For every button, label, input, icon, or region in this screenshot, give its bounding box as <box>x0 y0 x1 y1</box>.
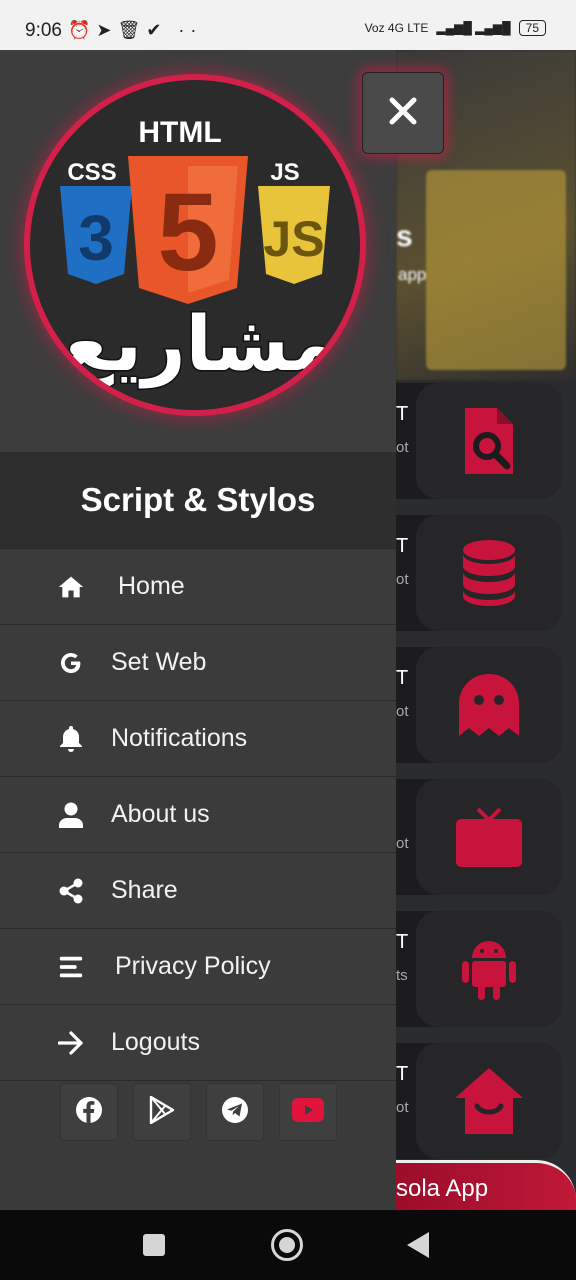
menu-item-home[interactable]: Home <box>0 548 396 624</box>
background-hero-title: s <box>396 220 413 253</box>
background-app: s app T ot T ot T ot ot T ts T ot sola A… <box>396 50 576 1210</box>
youtube-button[interactable] <box>279 1083 337 1141</box>
card-subtitle: ot <box>396 439 409 456</box>
telegram-button[interactable] <box>206 1083 264 1141</box>
facebook-button[interactable] <box>60 1083 118 1141</box>
android-icon <box>416 911 562 1027</box>
signal-icon: ▂▄▆█ ▂▄▆█ <box>436 21 511 35</box>
background-card[interactable]: T ts <box>396 911 562 1027</box>
system-nav-bar <box>0 1210 576 1280</box>
menu-item-label: Logouts <box>111 1028 200 1056</box>
facebook-icon <box>75 1096 103 1129</box>
user-icon <box>58 802 84 828</box>
logo-css-number: 3 <box>78 202 114 274</box>
close-drawer-button[interactable] <box>362 72 444 154</box>
network-label: Voz 4G LTE <box>364 21 429 35</box>
align-icon <box>58 954 84 980</box>
database-icon <box>416 515 562 631</box>
close-icon <box>389 97 417 130</box>
logo-top-text: HTML <box>138 116 221 149</box>
background-hero-subtitle: app <box>398 265 427 284</box>
logo-html-number: 5 <box>157 171 218 294</box>
google-play-button[interactable] <box>133 1083 191 1141</box>
home-icon <box>58 574 84 600</box>
back-button[interactable] <box>407 1232 429 1258</box>
menu-item-label: Privacy Policy <box>115 952 271 980</box>
home-button[interactable] <box>271 1229 303 1261</box>
card-title: T <box>396 403 409 425</box>
menu-item-privacy-policy[interactable]: Privacy Policy <box>0 928 396 1004</box>
menu-item-logouts[interactable]: Logouts <box>0 1004 396 1080</box>
bottom-app-label: sola App <box>396 1175 489 1202</box>
background-js-logo <box>426 170 566 370</box>
logo-arabic-text: مشاريع <box>61 299 338 389</box>
battery-icon: 75 <box>518 20 546 36</box>
drawer-title-band: Script & Stylos <box>0 452 396 548</box>
menu-item-label: About us <box>111 800 210 828</box>
menu-item-about-us[interactable]: About us <box>0 776 396 852</box>
card-subtitle: ot <box>396 1099 409 1116</box>
background-card[interactable]: T ot <box>396 1043 562 1159</box>
bell-icon <box>58 725 84 752</box>
file-search-icon <box>416 383 562 499</box>
drawer-menu: Home Set Web Notifications About us Shar… <box>0 548 396 1080</box>
background-card[interactable]: ot <box>396 779 562 895</box>
background-card[interactable]: T ot <box>396 515 562 631</box>
google-icon <box>58 650 84 676</box>
menu-item-label: Share <box>111 876 178 904</box>
status-right: Voz 4G LTE ▂▄▆█ ▂▄▆█ 75 <box>365 20 546 36</box>
menu-item-label: Set Web <box>111 648 207 676</box>
arrow-right-icon <box>58 1030 84 1056</box>
card-title: T <box>396 667 409 689</box>
card-subtitle: ot <box>396 835 409 852</box>
status-bar: 9:06 ⏰➤🗑✔ ·· Voz 4G LTE ▂▄▆█ ▂▄▆█ 75 <box>0 0 576 50</box>
youtube-icon <box>292 1097 324 1127</box>
google-play-icon <box>149 1095 175 1129</box>
bottom-app-banner[interactable]: sola App <box>396 1160 576 1210</box>
card-subtitle: ts <box>396 967 408 984</box>
menu-item-set-web[interactable]: Set Web <box>0 624 396 700</box>
home-dot-icon <box>279 1237 295 1253</box>
drawer-title: Script & Stylos <box>80 481 316 518</box>
card-subtitle: ot <box>396 571 409 588</box>
ghost-icon <box>416 647 562 763</box>
logo-left-text: CSS <box>67 159 116 186</box>
navigation-drawer: HTML CSS JS 3 JS 5 مشاريع Script & Stylo… <box>0 50 396 1210</box>
menu-item-notifications[interactable]: Notifications <box>0 700 396 776</box>
tv-icon <box>416 779 562 895</box>
status-time: 9:06 <box>25 20 62 41</box>
share-icon <box>58 878 84 904</box>
logo-js-number: JS <box>263 211 324 267</box>
background-card[interactable]: T ot <box>396 647 562 763</box>
card-subtitle: ot <box>396 703 409 720</box>
app-logo: HTML CSS JS 3 JS 5 مشاريع <box>30 80 360 410</box>
background-card[interactable]: T ot <box>396 383 562 499</box>
status-notification-icons: ⏰➤🗑✔ ·· <box>68 20 203 40</box>
menu-item-label: Home <box>118 572 185 600</box>
logo-right-text: JS <box>270 159 299 186</box>
telegram-icon <box>221 1096 249 1129</box>
menu-item-label: Notifications <box>111 724 248 752</box>
menu-item-share[interactable]: Share <box>0 852 396 928</box>
card-title: T <box>396 931 409 953</box>
home-smile-icon <box>416 1043 562 1159</box>
card-title: T <box>396 1063 409 1085</box>
social-links <box>0 1080 396 1211</box>
card-title: T <box>396 535 409 557</box>
recents-button[interactable] <box>143 1234 165 1256</box>
drawer-header: HTML CSS JS 3 JS 5 مشاريع <box>0 50 396 452</box>
